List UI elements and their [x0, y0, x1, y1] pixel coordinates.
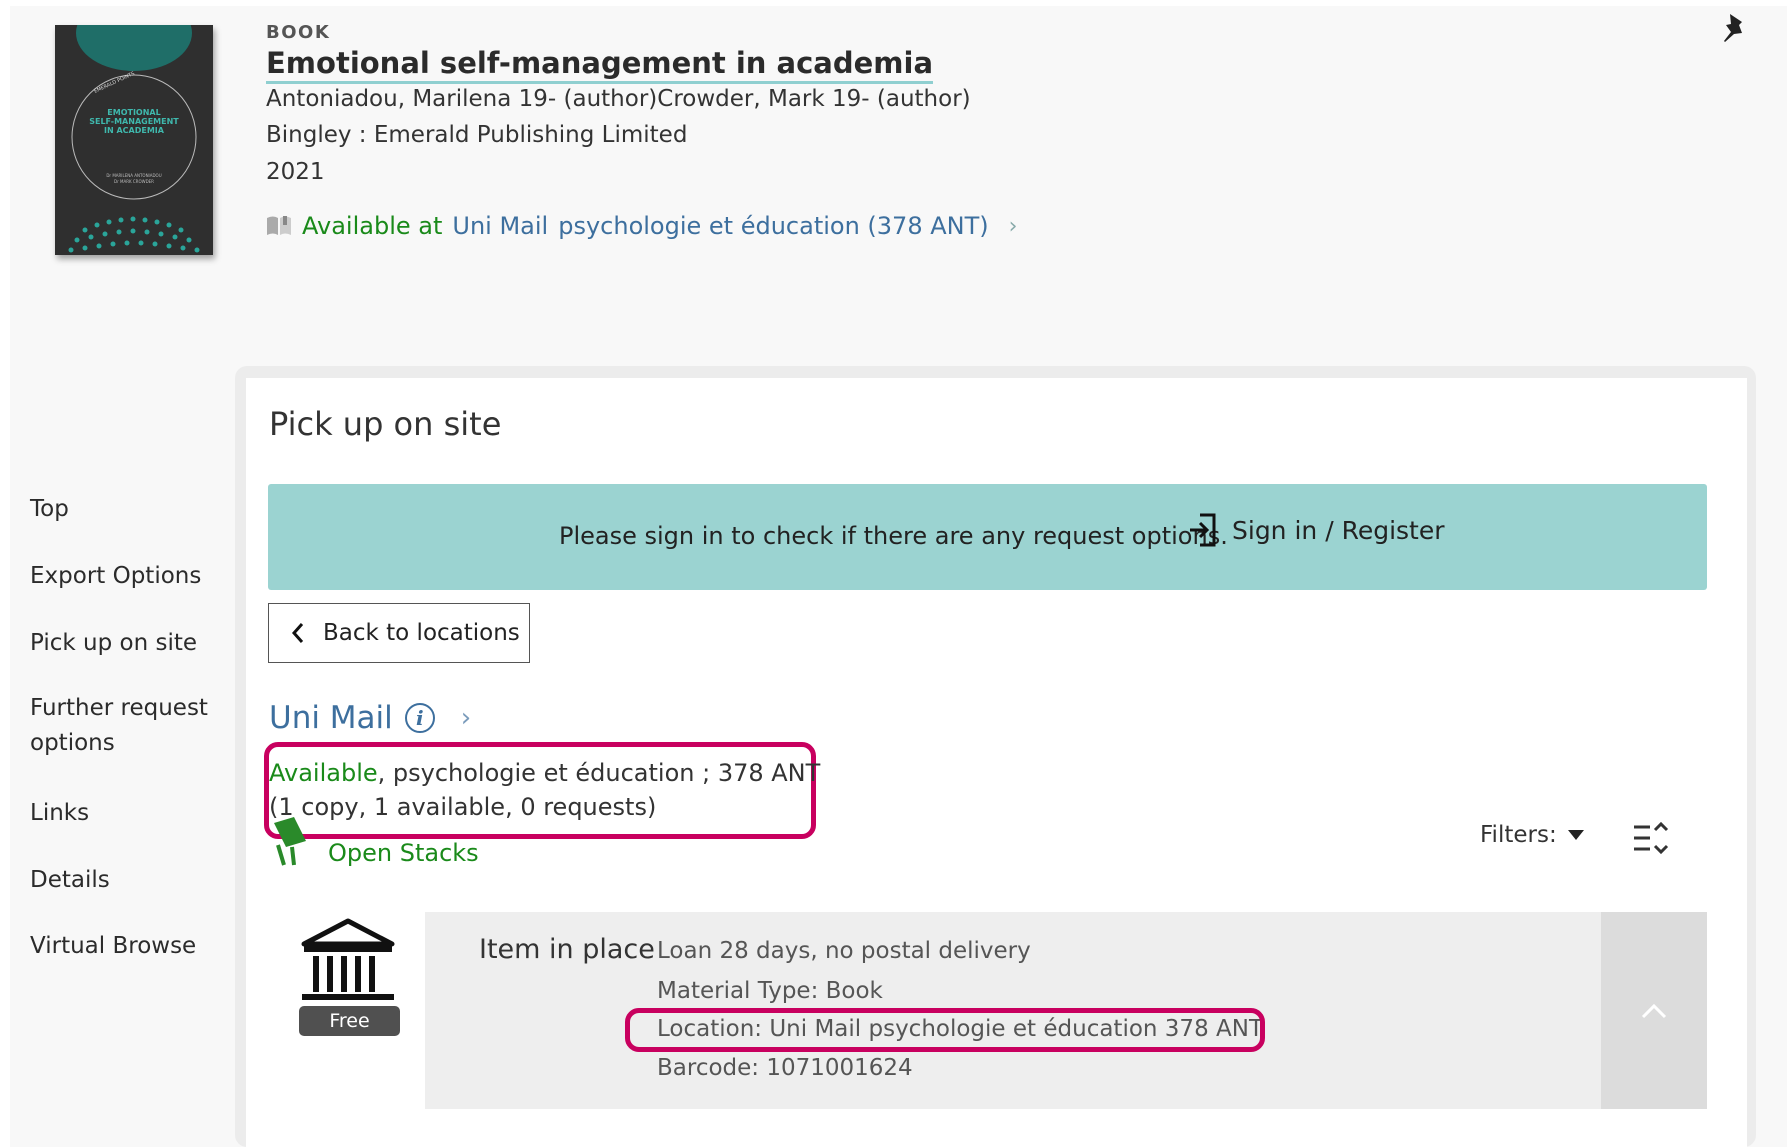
- cover-title-1: EMOTIONAL: [107, 108, 160, 117]
- chevron-right-icon: ›: [460, 703, 472, 733]
- item-material-type: Material Type: Book: [657, 978, 883, 1004]
- location-name: Uni Mail: [269, 700, 393, 736]
- cover-author-2: Dr MARK CROWDER: [114, 179, 154, 184]
- back-to-locations-button[interactable]: Back to locations: [268, 603, 530, 663]
- item-loan: Loan 28 days, no postal delivery: [657, 938, 1031, 964]
- nav-further-request-line1: Further request: [30, 695, 208, 721]
- availability-copies: (1 copy, 1 available, 0 requests): [269, 793, 657, 821]
- record-title-link[interactable]: Emotional self-management in academia: [266, 46, 934, 84]
- cover-title-3: IN ACADEMIA: [104, 126, 165, 135]
- availability-status-label: Available: [269, 759, 378, 787]
- filters-label: Filters:: [1480, 822, 1557, 848]
- free-badge: Free: [299, 1006, 400, 1036]
- item-barcode: Barcode: 1071001624: [657, 1055, 913, 1081]
- availability-library: Uni Mail: [452, 212, 549, 240]
- nav-virtual-browse[interactable]: Virtual Browse: [30, 929, 210, 964]
- availability-status: Available at: [302, 212, 443, 240]
- filters-dropdown[interactable]: Filters:: [1480, 822, 1585, 848]
- sign-in-icon: [1190, 513, 1216, 547]
- nav-top[interactable]: Top: [30, 492, 210, 527]
- caret-down-icon: [1567, 830, 1584, 840]
- nav-further-request-options[interactable]: Further request options: [30, 691, 210, 761]
- library-building-icon: [301, 918, 395, 1000]
- signin-banner: Please sign in to check if there are any…: [268, 484, 1707, 590]
- book-cover[interactable]: EMERALD POINTS EMOTIONAL SELF-MANAGEMENT…: [55, 25, 213, 255]
- highlight-location-box: [625, 1008, 1265, 1052]
- location-link[interactable]: Uni Mail i ›: [269, 700, 471, 736]
- open-stacks-label: Open Stacks: [328, 839, 479, 867]
- nav-export-options[interactable]: Export Options: [30, 559, 210, 594]
- cover-author-1: Dr MARILENA ANTONIADOU: [106, 173, 161, 178]
- item-status: Item in place: [479, 934, 655, 965]
- signin-message: Please sign in to check if there are any…: [559, 522, 1228, 550]
- record-publisher: Bingley : Emerald Publishing Limited: [266, 122, 688, 148]
- back-to-locations-label: Back to locations: [323, 620, 520, 646]
- nav-links[interactable]: Links: [30, 796, 210, 831]
- availability-line[interactable]: Available at Uni Mail psychologie et édu…: [266, 212, 1017, 240]
- info-icon[interactable]: i: [404, 703, 435, 733]
- availability-summary: Available, psychologie et éducation ; 37…: [269, 756, 820, 824]
- nav-pick-up-on-site[interactable]: Pick up on site: [30, 626, 210, 661]
- chevron-right-icon: ›: [1008, 213, 1018, 239]
- record-type: BOOK: [266, 22, 331, 43]
- chevron-left-icon: [291, 623, 304, 643]
- signin-register-button[interactable]: Sign in / Register: [1188, 512, 1445, 548]
- record-year: 2021: [266, 159, 325, 185]
- availability-location: psychologie et éducation (378 ANT): [558, 212, 989, 240]
- collapse-item-button[interactable]: [1601, 912, 1707, 1109]
- signin-register-label: Sign in / Register: [1232, 515, 1445, 545]
- nav-details[interactable]: Details: [30, 863, 210, 898]
- book-open-icon: [267, 216, 291, 235]
- nav-further-request-line2: options: [30, 730, 115, 756]
- cover-title-2: SELF-MANAGEMENT: [89, 117, 179, 126]
- sort-icon[interactable]: [1630, 818, 1670, 858]
- pin-icon[interactable]: [1720, 12, 1750, 46]
- chevron-up-icon: [1641, 1003, 1667, 1018]
- pickup-title: Pick up on site: [269, 405, 502, 443]
- record-authors: Antoniadou, Marilena 19- (author)Crowder…: [266, 86, 971, 112]
- availability-detail: , psychologie et éducation ; 378 ANT: [377, 759, 821, 787]
